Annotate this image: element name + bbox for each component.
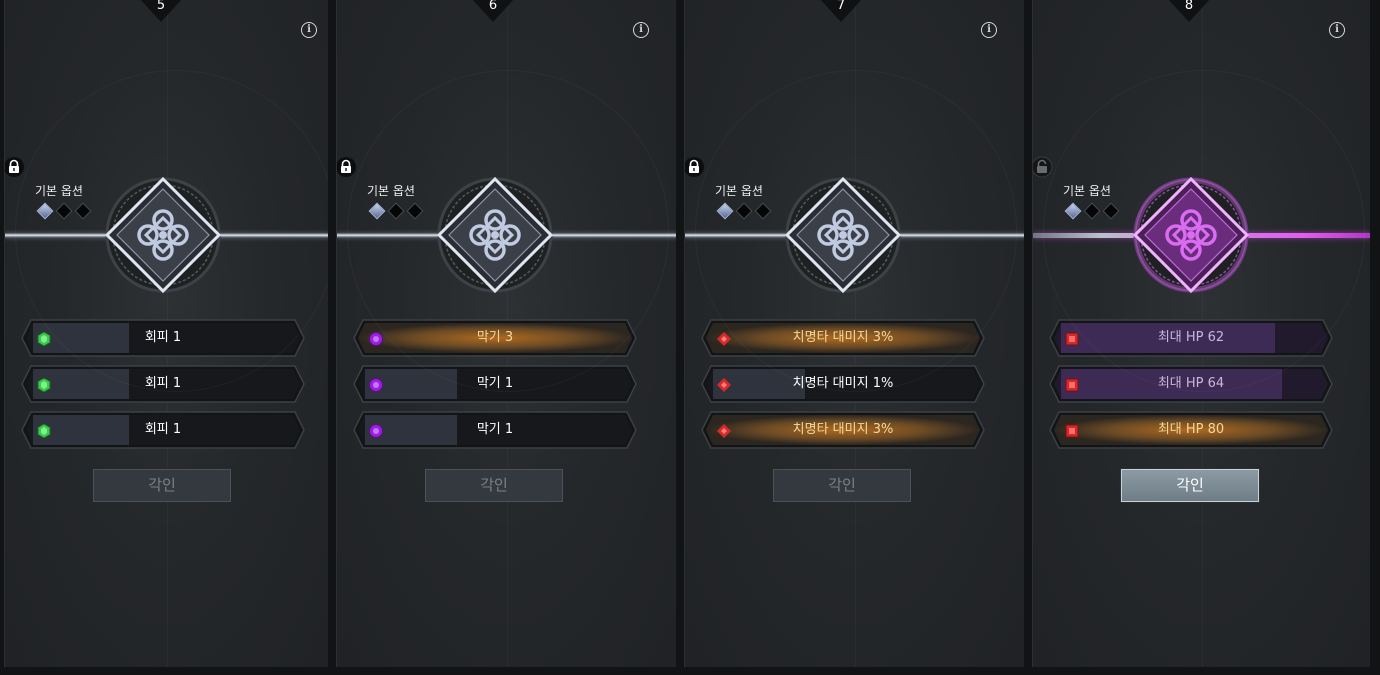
slot-number: 5 — [156, 0, 166, 13]
info-icon[interactable]: i — [301, 22, 317, 38]
gem-empty-icon — [735, 202, 753, 220]
gem-empty-icon — [74, 202, 92, 220]
option-row-text: 치명타 대미지 1% — [792, 376, 894, 391]
gem-filled-icon — [36, 202, 54, 220]
info-icon[interactable]: i — [1329, 22, 1345, 38]
option-row[interactable]: 막기 3 — [353, 319, 637, 357]
option-gem-slots — [365, 201, 429, 223]
option-row-text: 회피 1 — [144, 422, 182, 437]
lock-icon[interactable] — [5, 156, 25, 178]
option-row[interactable]: 최대 HP 64 — [1049, 365, 1333, 403]
gem-empty-icon — [387, 202, 405, 220]
engraving-panel-7: 7 i 기본 옵션치명타 대미지 3% 치명타 대미지 1% 치명타 대미지 3% 각인 — [684, 0, 1024, 667]
gem-empty-icon — [55, 202, 73, 220]
basic-option-label: 기본 옵션 — [367, 184, 415, 198]
option-row[interactable]: 치명타 대미지 1% — [701, 365, 985, 403]
celtic-knot-emblem-icon — [436, 176, 554, 294]
option-row[interactable]: 최대 HP 80 — [1049, 411, 1333, 449]
panel-gap — [1370, 0, 1380, 675]
engrave-button[interactable]: 각인 — [93, 469, 231, 502]
slot-number: 7 — [836, 0, 846, 13]
connection-rail — [337, 233, 676, 238]
lock-icon[interactable] — [685, 156, 705, 178]
engraving-emblem[interactable] — [435, 173, 555, 297]
option-row[interactable]: 막기 1 — [353, 411, 637, 449]
option-gem-slots — [1061, 201, 1125, 223]
panel-gap — [1024, 0, 1032, 675]
gem-empty-icon — [1102, 202, 1120, 220]
lock-icon — [685, 157, 704, 177]
option-gem-slots — [713, 201, 777, 223]
basic-option-label: 기본 옵션 — [1063, 184, 1111, 198]
option-row-text: 막기 3 — [476, 330, 514, 345]
engraving-emblem[interactable] — [1131, 173, 1251, 297]
slot-number: 8 — [1184, 0, 1194, 13]
engrave-button[interactable]: 각인 — [773, 469, 911, 502]
celtic-knot-emblem-icon — [784, 176, 902, 294]
gem-filled-icon — [716, 202, 734, 220]
engraving-emblem[interactable] — [783, 173, 903, 297]
option-row[interactable]: 회피 1 — [21, 411, 305, 449]
gem-empty-icon — [406, 202, 424, 220]
connection-rail — [685, 233, 1024, 238]
celtic-knot-emblem-icon — [104, 176, 222, 294]
engraving-emblem[interactable] — [103, 173, 223, 297]
celtic-knot-emblem-icon — [1132, 176, 1250, 294]
lock-icon — [5, 157, 24, 177]
option-row-text: 최대 HP 64 — [1157, 376, 1225, 391]
option-row-text: 치명타 대미지 3% — [792, 422, 894, 437]
panel-gap — [328, 0, 336, 675]
lock-icon[interactable] — [337, 156, 357, 178]
engraving-panel-6: 6 i 기본 옵션막기 3 막기 1 막기 1 각인 — [336, 0, 676, 667]
option-row[interactable]: 치명타 대미지 3% — [701, 319, 985, 357]
info-icon[interactable]: i — [633, 22, 649, 38]
option-row[interactable]: 치명타 대미지 3% — [701, 411, 985, 449]
connection-rail — [1033, 233, 1370, 238]
option-row-text: 회피 1 — [144, 376, 182, 391]
option-row-text: 막기 1 — [476, 422, 514, 437]
option-row-text: 최대 HP 62 — [1157, 330, 1225, 345]
unlock-icon — [1033, 156, 1053, 178]
gem-filled-icon — [368, 202, 386, 220]
option-row-text: 치명타 대미지 3% — [792, 330, 894, 345]
unlock-icon[interactable] — [1033, 156, 1053, 178]
basic-option-label: 기본 옵션 — [35, 184, 83, 198]
bottom-divider — [0, 667, 1380, 675]
option-row-text: 막기 1 — [476, 376, 514, 391]
option-row[interactable]: 막기 1 — [353, 365, 637, 403]
engraving-panel-5: 5 i 기본 옵션회피 1 회피 1 회피 1 각인 — [4, 0, 328, 667]
option-gem-slots — [33, 201, 97, 223]
gem-empty-icon — [1083, 202, 1101, 220]
lock-icon — [337, 157, 356, 177]
info-icon[interactable]: i — [981, 22, 997, 38]
gem-filled-icon — [1064, 202, 1082, 220]
engrave-button[interactable]: 각인 — [1121, 469, 1259, 502]
option-row[interactable]: 최대 HP 62 — [1049, 319, 1333, 357]
gem-empty-icon — [754, 202, 772, 220]
option-row[interactable]: 회피 1 — [21, 365, 305, 403]
option-row[interactable]: 회피 1 — [21, 319, 305, 357]
panel-gap — [676, 0, 684, 675]
connection-rail — [5, 233, 328, 238]
slot-number: 6 — [488, 0, 498, 13]
basic-option-label: 기본 옵션 — [715, 184, 763, 198]
option-row-text: 최대 HP 80 — [1157, 422, 1225, 437]
option-row-text: 회피 1 — [144, 330, 182, 345]
engraving-panel-8: 8 i 기본 옵션최대 HP 62 최대 HP 64 최대 HP 80 각인 — [1032, 0, 1370, 667]
engrave-button[interactable]: 각인 — [425, 469, 563, 502]
